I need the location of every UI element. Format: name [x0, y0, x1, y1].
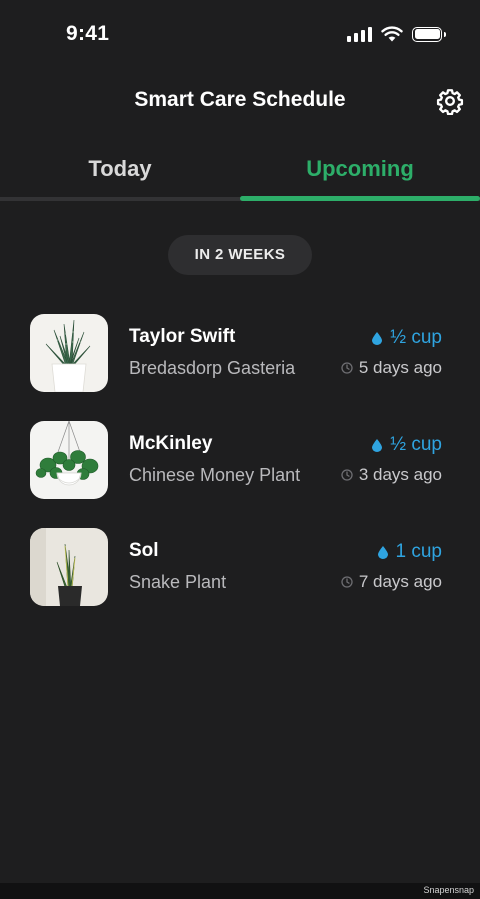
tab-bar: Today Upcoming — [0, 150, 480, 202]
status-bar: 9:41 — [0, 0, 480, 72]
signal-icon — [347, 26, 372, 42]
wifi-icon — [381, 26, 403, 42]
water-drop-icon — [372, 438, 383, 452]
plant-species: Bredasdorp Gasteria — [129, 358, 296, 378]
list-item[interactable]: Taylor Swift Bredasdorp Gasteria ½ cup 5… — [0, 314, 480, 421]
water-amount-text: ½ cup — [390, 327, 442, 348]
app-screen: 9:41 Smart Care Schedule Today Upcoming … — [0, 0, 480, 899]
water-drop-icon — [377, 545, 388, 559]
last-watered-text: 7 days ago — [358, 572, 442, 591]
status-icons — [347, 26, 446, 42]
plant-species: Snake Plant — [129, 572, 227, 592]
plant-photo — [30, 314, 108, 392]
last-watered-text: 3 days ago — [358, 465, 442, 484]
plant-name: Taylor Swift — [129, 326, 236, 347]
page-title: Smart Care Schedule — [134, 88, 346, 111]
water-amount: 1 cup — [377, 541, 442, 563]
status-time: 9:41 — [66, 22, 110, 45]
plant-name: McKinley — [129, 433, 213, 454]
last-watered: 7 days ago — [341, 572, 442, 592]
water-drop-icon — [372, 331, 383, 345]
water-amount: ½ cup — [372, 434, 442, 456]
water-amount-text: ½ cup — [390, 434, 442, 455]
gear-icon — [436, 89, 464, 116]
tab-today[interactable]: Today — [0, 150, 240, 202]
clock-icon — [341, 469, 353, 481]
plant-photo — [30, 528, 108, 606]
water-amount: ½ cup — [372, 327, 442, 349]
section-header: IN 2 WEEKS — [168, 235, 312, 275]
plant-name: Sol — [129, 540, 159, 561]
tab-upcoming[interactable]: Upcoming — [240, 150, 480, 202]
list-item[interactable]: McKinley Chinese Money Plant ½ cup 3 day… — [0, 421, 480, 528]
watermark: Snapensnap — [423, 885, 474, 895]
last-watered: 3 days ago — [341, 465, 442, 485]
footer-bar: Snapensnap — [0, 883, 480, 899]
plant-list: Taylor Swift Bredasdorp Gasteria ½ cup 5… — [0, 314, 480, 635]
clock-icon — [341, 362, 353, 374]
last-watered: 5 days ago — [341, 358, 442, 378]
settings-button[interactable] — [436, 87, 464, 116]
list-item[interactable]: Sol Snake Plant 1 cup 7 days ago — [0, 528, 480, 635]
water-amount-text: 1 cup — [395, 541, 442, 562]
clock-icon — [341, 576, 353, 588]
battery-icon — [412, 26, 446, 42]
plant-species: Chinese Money Plant — [129, 465, 301, 485]
last-watered-text: 5 days ago — [358, 358, 442, 377]
tab-active-indicator — [240, 196, 480, 201]
plant-photo — [30, 421, 108, 499]
